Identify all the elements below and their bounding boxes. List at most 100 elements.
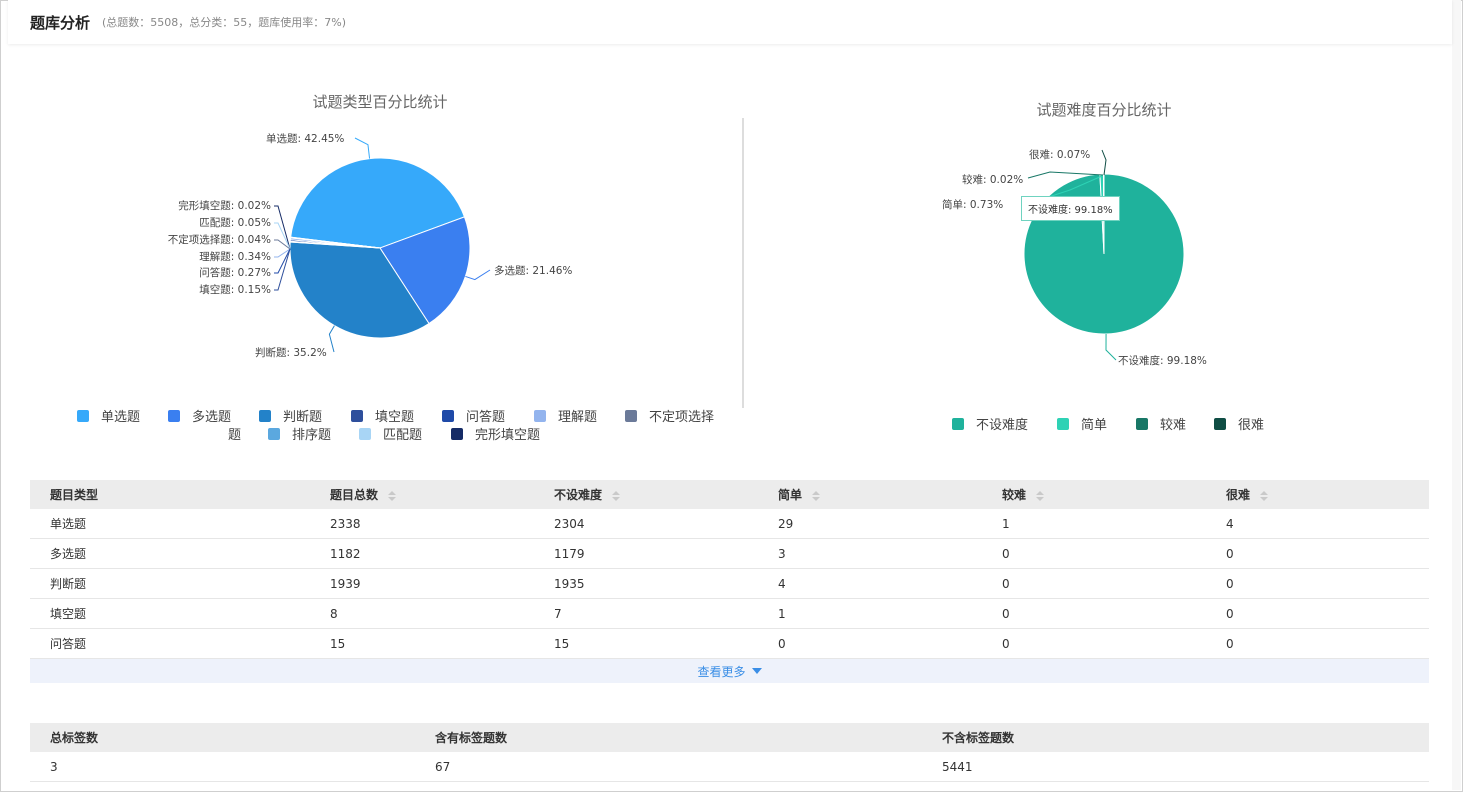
legend-label: 问答题 [466,410,506,425]
legend-label: 不定项选择 [649,410,715,425]
legend-label: 判断题 [283,410,323,425]
table-cell: 0 [1206,568,1429,599]
table-cell: 4 [1206,509,1429,539]
legend-label: 理解题 [558,410,598,425]
legend-label: 排序题 [292,428,332,443]
legend-label: 很难 [1238,418,1265,433]
legend-item-sort[interactable]: 排序题 [268,424,331,443]
legend-item-hard[interactable]: 很难 [1214,414,1264,433]
legend-label: 匹配题 [383,428,423,443]
leader-line [274,248,291,291]
legend-item-indefinite[interactable]: 不定项选择 [625,406,714,425]
legend-label: 简单 [1081,418,1108,433]
data-label: 匹配题: 0.05% [199,217,271,229]
table-cell: 0 [982,538,1206,569]
table-cell: 0 [982,628,1206,659]
sort-icon[interactable] [812,490,821,501]
legend-item-single[interactable]: 单选题 [77,406,140,425]
legend-item-judge[interactable]: 判断题 [259,406,322,425]
data-label: 判断题: 35.2% [255,346,327,359]
table-cell: 填空题 [30,598,310,629]
data-label: 简单: 0.73% [942,198,1003,211]
scrollbar[interactable] [1452,0,1461,790]
data-label: 单选题: 42.45% [266,132,344,145]
leader-line [465,269,491,281]
legend-label: 完形填空题 [475,428,541,443]
table-header-row: 总标签数 含有标签题数 不含标签题数 [30,723,1429,752]
table-cell: 0 [1206,628,1429,659]
sort-icon[interactable] [388,490,397,501]
table-cell: 4 [758,568,982,599]
sort-icon[interactable] [612,490,621,501]
view-more-button[interactable]: 查看更多 [30,659,1429,683]
data-label: 多选题: 21.46% [494,264,572,277]
table-cell: 0 [982,598,1206,629]
table-cell: 29 [758,509,982,539]
table-cell: 3 [30,752,415,782]
legend-item-cloze[interactable]: 完形填空题 [451,424,540,443]
legend-item-fill[interactable]: 填空题 [351,406,414,425]
tags-table: 总标签数 含有标签题数 不含标签题数 3 67 5441 [30,723,1429,782]
legend-swatch [534,409,546,422]
chart-tooltip: 不设难度: 99.18% [1021,196,1120,221]
sort-icon[interactable] [1260,490,1269,501]
legend-swatch [268,427,280,440]
legend-swatch [259,409,271,422]
table-cell: 多选题 [30,538,310,569]
legend-label: 较难 [1160,418,1187,433]
table-cell: 1 [758,598,982,629]
table-cell: 判断题 [30,568,310,599]
data-label: 填空题: 0.15% [199,283,271,296]
legend-swatch [359,427,371,440]
leader-line [1105,333,1117,361]
col-header-total[interactable]: 题目总数 [310,480,534,509]
col-header-easy[interactable]: 简单 [758,480,982,509]
leader-line [1101,149,1107,176]
table-cell: 2338 [310,509,534,539]
caret-down-icon [751,668,762,674]
col-header-harder[interactable]: 较难 [982,480,1206,509]
legend-item-harder[interactable]: 较难 [1136,414,1186,433]
legend-label: 填空题 [375,410,415,425]
legend-item-comprehension[interactable]: 理解题 [534,406,597,425]
pie-chart-type: 单选题: 42.45% 多选题: 21.46% 判断题: 35.2% 完形填空题: 0… [168,132,573,359]
table-cell: 问答题 [30,628,310,659]
table-cell: 7 [534,598,758,629]
legend-label: 多选题 [192,410,232,425]
col-header-none[interactable]: 不设难度 [534,480,758,509]
legend-swatch [442,409,454,422]
table-cell: 5441 [922,752,1429,782]
legend-item-easy[interactable]: 简单 [1057,414,1107,433]
table-cell: 15 [310,628,534,659]
table-row: 单选题 2338 2304 29 1 4 [30,509,1429,539]
sort-icon[interactable] [1036,490,1045,501]
legend-item-qa[interactable]: 问答题 [442,406,505,425]
table-cell: 3 [758,538,982,569]
col-header-without-tags: 不含标签题数 [922,723,1429,752]
table-cell: 15 [534,628,758,659]
table-row: 填空题 8 7 1 0 0 [30,598,1429,629]
leader-line [354,137,371,159]
table-row: 问答题 15 15 0 0 0 [30,628,1429,659]
legend-swatch [1057,417,1069,430]
legend-item-indefinite-wrap: 题 [228,424,241,443]
legend-label: 题 [228,428,242,443]
data-label: 理解题: 0.34% [199,250,271,263]
table-cell: 1 [982,509,1206,539]
legend-item-multi[interactable]: 多选题 [168,406,231,425]
legend-swatch [168,409,180,422]
legend-label: 单选题 [101,410,141,425]
table-row: 判断题 1939 1935 4 0 0 [30,568,1429,599]
pie-chart-difficulty: 不设难度: 99.18% 简单: 0.73% 较难: 0.02% 很难: 0.07% [942,148,1207,367]
table-cell: 2304 [534,509,758,539]
data-label: 完形填空题: 0.02% [178,199,271,212]
question-type-table: 题目类型 题目总数 不设难度 简单 较难 很难 单选题 2338 2304 29 1 4 多… [30,480,1429,659]
legend-item-match[interactable]: 匹配题 [359,424,422,443]
table-cell: 67 [415,752,922,782]
table-row: 多选题 1182 1179 3 0 0 [30,538,1429,569]
table-header-row: 题目类型 题目总数 不设难度 简单 较难 很难 [30,480,1429,509]
table-cell: 0 [982,568,1206,599]
legend-item-none[interactable]: 不设难度 [952,414,1028,433]
table-row: 3 67 5441 [30,752,1429,782]
col-header-hard[interactable]: 很难 [1206,480,1429,509]
